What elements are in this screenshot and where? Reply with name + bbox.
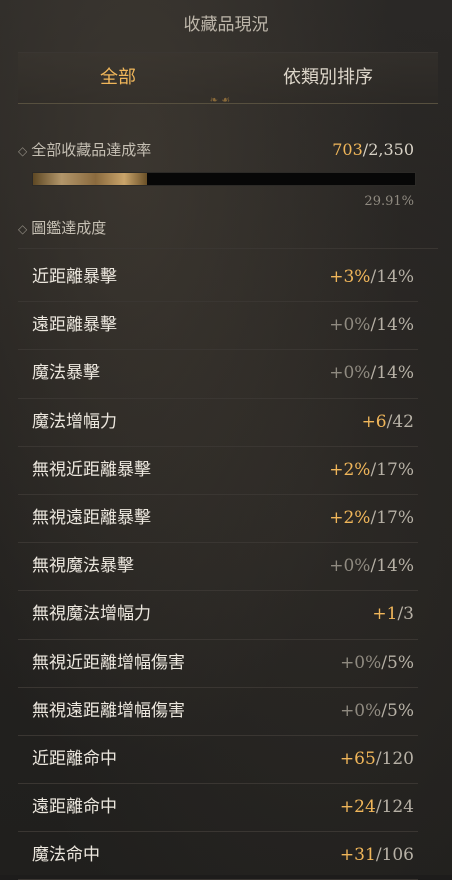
stat-label: 無視魔法暴擊 — [32, 556, 134, 577]
collection-total: 2,350 — [368, 140, 414, 159]
diamond-icon: ◇ — [18, 144, 28, 158]
stat-label: 魔法暴擊 — [32, 363, 100, 384]
stat-row: 遠距離命中 +24/124 — [18, 784, 418, 833]
collection-percent: 29.91% — [364, 194, 414, 209]
stat-value: +65/120 — [340, 736, 414, 783]
stat-label: 魔法增幅力 — [32, 411, 117, 432]
tab-sort-by-category[interactable]: 依類別排序 — [218, 53, 438, 103]
stat-row: 遠距離暴擊 +0%/14% — [18, 302, 418, 351]
stat-bonus: +65 — [339, 748, 376, 769]
stat-value: +1/3 — [372, 591, 414, 638]
stat-max: 120 — [381, 748, 414, 769]
stat-bonus: +0% — [329, 315, 371, 336]
collection-rate-row: ◇ 全部收藏品達成率 703/2,350 — [18, 138, 418, 162]
stat-value: +6/42 — [362, 399, 414, 446]
stat-value: +31/106 — [340, 832, 414, 879]
stat-value: +0%/14% — [329, 302, 414, 349]
stat-row: 魔法命中 +31/106 — [18, 832, 418, 880]
stat-label: 魔法命中 — [32, 845, 100, 866]
stat-bonus: +2% — [329, 459, 371, 480]
stat-max: 14% — [376, 363, 414, 384]
stat-max: 14% — [376, 267, 414, 287]
stat-max: 17% — [376, 459, 414, 480]
stat-value: +24/124 — [340, 784, 414, 831]
stat-value: +3%/14% — [329, 254, 414, 301]
stat-max: 14% — [376, 315, 414, 336]
stat-row: 無視遠距離增幅傷害 +0%/5% — [18, 688, 418, 736]
stat-row: 無視魔法增幅力 +1/3 — [18, 591, 418, 640]
stat-bonus: +24 — [339, 797, 376, 818]
stat-label: 遠距離暴擊 — [32, 315, 117, 336]
stat-label: 無視遠距離暴擊 — [32, 507, 151, 528]
stat-max: 3 — [403, 604, 414, 625]
stat-row: 近距離暴擊 +3%/14% — [18, 254, 418, 303]
stat-max: 124 — [381, 797, 414, 818]
stat-max: 5% — [387, 700, 414, 721]
stat-label: 近距離暴擊 — [32, 267, 117, 287]
stat-max: 17% — [376, 507, 414, 528]
collection-panel: 收藏品現況 全部 依類別排序 ❧ ☙ ◇ 全部收藏品達成率 703/2,350 2… — [0, 0, 452, 880]
stat-label: 無視近距離暴擊 — [32, 459, 151, 480]
stat-row: 無視近距離暴擊 +2%/17% — [18, 447, 418, 495]
collection-count: 703/2,350 — [332, 140, 414, 159]
divider — [18, 248, 438, 249]
stat-label: 近距離命中 — [32, 748, 117, 769]
diamond-icon: ◇ — [18, 222, 28, 236]
stat-bonus: +0% — [329, 363, 371, 384]
stat-max: 5% — [387, 652, 414, 673]
stat-list: 近距離暴擊 +3%/14% 遠距離暴擊 +0%/14% 魔法暴擊 +0%/14% 魔法增幅力… — [18, 254, 418, 880]
stat-value: +0%/5% — [340, 688, 414, 735]
stat-value: +2%/17% — [329, 495, 414, 542]
stat-bonus: +3% — [329, 267, 371, 287]
stat-bonus: +0% — [329, 556, 371, 577]
stat-bonus: +0% — [340, 700, 382, 721]
codex-rate-label: 圖鑑達成度 — [31, 219, 107, 237]
stat-label: 無視近距離增幅傷害 — [32, 652, 185, 673]
stat-value: +0%/14% — [329, 350, 414, 397]
stat-max: 42 — [392, 411, 414, 432]
stat-bonus: +1 — [372, 604, 398, 625]
collection-current: 703 — [332, 140, 363, 159]
stat-value: +0%/5% — [340, 640, 414, 687]
tab-ornament-icon: ❧ ☙ — [209, 95, 231, 106]
stat-row: 魔法暴擊 +0%/14% — [18, 350, 418, 399]
collection-progress-fill — [33, 173, 148, 185]
stat-bonus: +2% — [329, 507, 371, 528]
panel-title: 收藏品現況 — [183, 15, 269, 35]
stat-label: 遠距離命中 — [32, 797, 117, 818]
collection-progress-bar — [32, 172, 416, 186]
codex-rate-row: ◇ 圖鑑達成度 — [18, 216, 418, 240]
stat-row: 魔法增幅力 +6/42 — [18, 399, 418, 447]
stat-bonus: +31 — [339, 845, 376, 866]
stat-row: 近距離命中 +65/120 — [18, 736, 418, 785]
stat-row: 無視魔法暴擊 +0%/14% — [18, 543, 418, 592]
tab-all[interactable]: 全部 — [18, 53, 218, 103]
stat-max: 14% — [376, 556, 414, 577]
stat-bonus: +0% — [340, 652, 382, 673]
stat-value: +2%/17% — [329, 447, 414, 494]
stat-max: 106 — [381, 845, 414, 866]
stat-label: 無視魔法增幅力 — [32, 604, 151, 625]
stat-label: 無視遠距離增幅傷害 — [32, 700, 185, 721]
collection-rate-label: 全部收藏品達成率 — [31, 141, 152, 159]
stat-row: 無視近距離增幅傷害 +0%/5% — [18, 640, 418, 688]
stat-row: 無視遠距離暴擊 +2%/17% — [18, 495, 418, 544]
stat-value: +0%/14% — [329, 543, 414, 590]
stat-bonus: +6 — [361, 411, 387, 432]
